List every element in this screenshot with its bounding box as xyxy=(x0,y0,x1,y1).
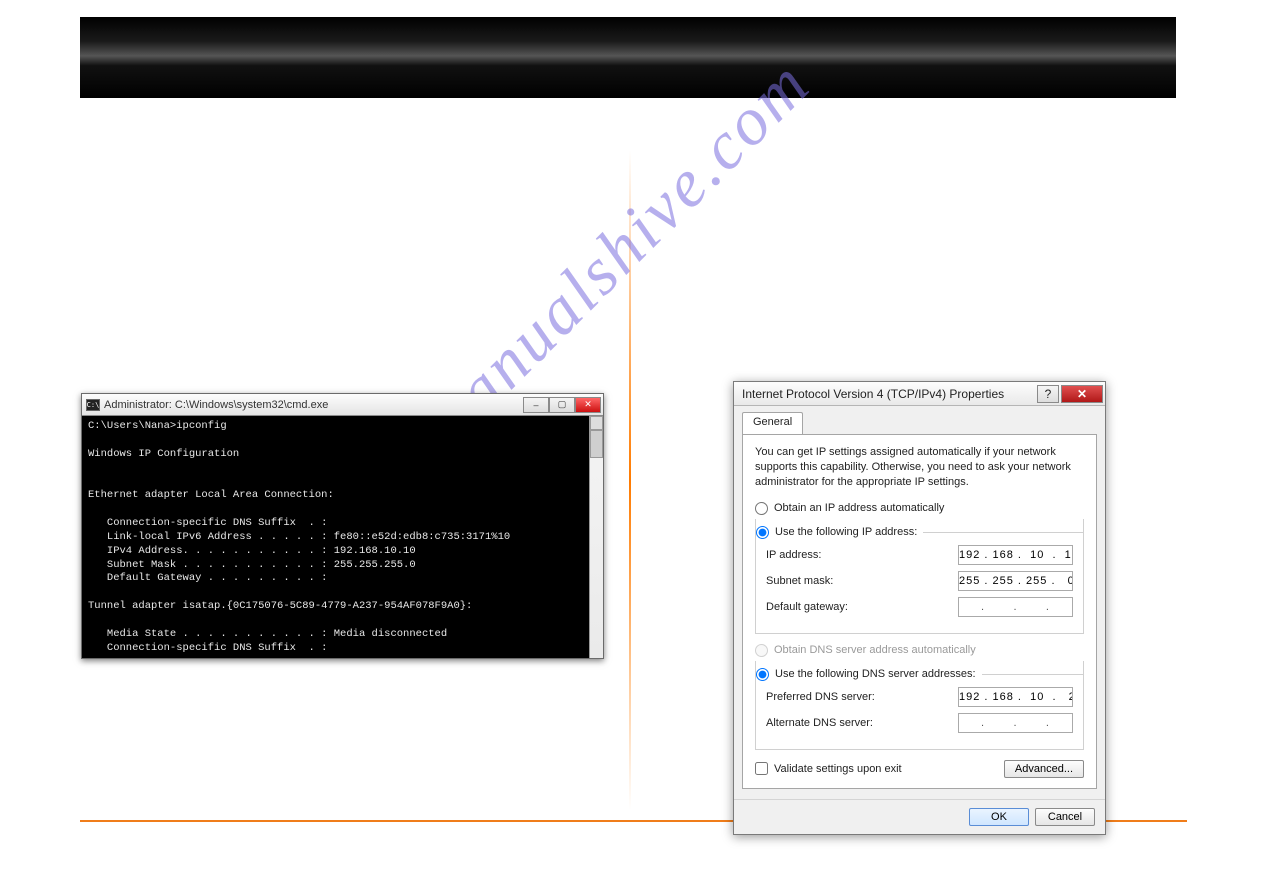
validate-settings-checkbox[interactable] xyxy=(755,762,768,775)
tab-general[interactable]: General xyxy=(742,412,803,434)
default-gateway-field[interactable] xyxy=(958,597,1073,617)
cmd-output[interactable]: C:\Users\Nana>ipconfig Windows IP Config… xyxy=(82,416,603,658)
label-subnet-mask: Subnet mask: xyxy=(766,575,958,587)
radio-use-following-dns[interactable] xyxy=(756,668,769,681)
validate-settings-label: Validate settings upon exit xyxy=(774,763,902,775)
ipv4-properties-dialog: Internet Protocol Version 4 (TCP/IPv4) P… xyxy=(733,381,1106,835)
radio-obtain-dns-auto xyxy=(755,644,768,657)
ok-button[interactable]: OK xyxy=(969,808,1029,826)
page-header-banner xyxy=(80,17,1176,98)
dialog-close-button[interactable]: ✕ xyxy=(1061,385,1103,403)
ipv4-description: You can get IP settings assigned automat… xyxy=(755,445,1084,490)
scroll-thumb[interactable] xyxy=(590,430,603,458)
maximize-button[interactable]: ▢ xyxy=(549,397,575,413)
scroll-up-button[interactable] xyxy=(590,416,603,430)
radio-obtain-ip-auto[interactable] xyxy=(755,502,768,515)
cmd-title-text: Administrator: C:\Windows\system32\cmd.e… xyxy=(104,399,519,411)
advanced-button[interactable]: Advanced... xyxy=(1004,760,1084,778)
ip-address-field[interactable] xyxy=(958,545,1073,565)
radio-obtain-dns-auto-label: Obtain DNS server address automatically xyxy=(774,644,976,656)
label-default-gateway: Default gateway: xyxy=(766,601,958,613)
close-button[interactable]: ✕ xyxy=(575,397,601,413)
tab-panel-general: You can get IP settings assigned automat… xyxy=(742,434,1097,789)
subnet-mask-field[interactable] xyxy=(958,571,1073,591)
vertical-divider xyxy=(629,150,631,810)
radio-use-following-ip[interactable] xyxy=(756,526,769,539)
alternate-dns-field[interactable] xyxy=(958,713,1073,733)
cmd-titlebar[interactable]: C:\ Administrator: C:\Windows\system32\c… xyxy=(82,394,603,416)
cancel-button[interactable]: Cancel xyxy=(1035,808,1095,826)
ipv4-titlebar[interactable]: Internet Protocol Version 4 (TCP/IPv4) P… xyxy=(734,382,1105,406)
preferred-dns-field[interactable] xyxy=(958,687,1073,707)
label-preferred-dns: Preferred DNS server: xyxy=(766,691,958,703)
cmd-window: C:\ Administrator: C:\Windows\system32\c… xyxy=(81,393,604,659)
radio-obtain-ip-auto-label: Obtain an IP address automatically xyxy=(774,502,944,514)
help-button[interactable]: ? xyxy=(1037,385,1059,403)
label-ip-address: IP address: xyxy=(766,549,958,561)
cmd-icon: C:\ xyxy=(86,399,100,411)
radio-use-following-ip-label: Use the following IP address: xyxy=(775,526,917,538)
cmd-scrollbar[interactable] xyxy=(589,416,603,658)
ipv4-title-text: Internet Protocol Version 4 (TCP/IPv4) P… xyxy=(742,387,1037,401)
radio-use-following-dns-label: Use the following DNS server addresses: xyxy=(775,668,976,680)
label-alternate-dns: Alternate DNS server: xyxy=(766,717,958,729)
minimize-button[interactable]: – xyxy=(523,397,549,413)
